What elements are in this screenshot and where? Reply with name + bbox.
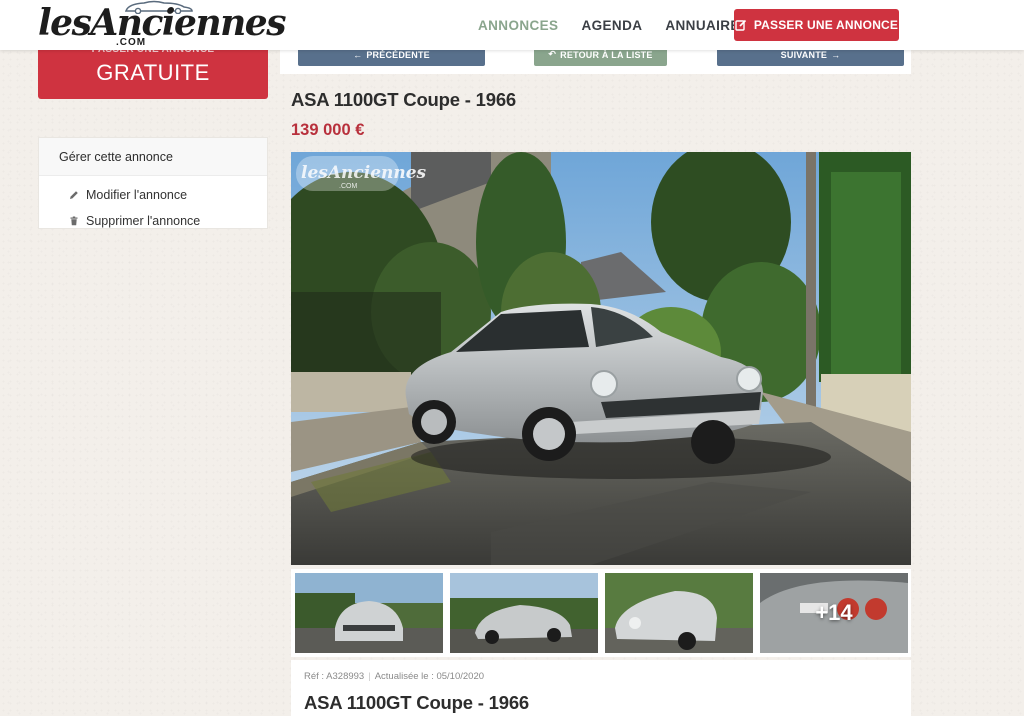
listing-ref: Réf : A328993	[304, 671, 365, 682]
info-title: ASA 1100GT Coupe - 1966	[304, 692, 530, 713]
logo-text: lesAnciennes	[38, 2, 286, 44]
listing-price: 139 000 €	[291, 121, 365, 139]
site-logo[interactable]: lesAnciennes .COM	[38, 0, 286, 52]
manage-listing-panel: Gérer cette annonce Modifier l'annonce S…	[38, 137, 268, 229]
nav-link-annonces[interactable]: ANNONCES	[478, 18, 558, 33]
top-navbar: lesAnciennes .COM ANNONCES AGENDA ANNUAI…	[0, 0, 1024, 50]
thumbnail-strip: +14	[291, 569, 911, 657]
listing-meta: Réf : A328993 | Actualisée le : 05/10/20…	[304, 671, 484, 682]
edit-icon	[735, 19, 746, 31]
promo-main-text: GRATUITE	[96, 60, 210, 85]
return-icon: ↶	[548, 49, 557, 59]
listing-updated: Actualisée le : 05/10/2020	[374, 671, 485, 682]
meta-separator: |	[368, 671, 371, 682]
nav-link-agenda[interactable]: AGENDA	[581, 18, 642, 33]
previous-label: PRÉCÉDENTE	[366, 50, 430, 60]
main-photo[interactable]: lesAnciennes .COM	[291, 152, 911, 565]
arrow-right-icon: →	[831, 50, 841, 60]
pencil-icon	[70, 191, 78, 199]
thumbnail-2[interactable]	[450, 573, 598, 653]
manage-actions-list: Modifier l'annonce Supprimer l'annonce	[39, 182, 267, 234]
listing-title: ASA 1100GT Coupe - 1966	[291, 89, 517, 110]
delete-listing-link[interactable]: Supprimer l'annonce	[39, 208, 267, 234]
next-label: SUIVANTE	[780, 50, 828, 60]
main-nav: ANNONCES AGENDA ANNUAIRE	[478, 18, 740, 33]
manage-panel-title: Gérer cette annonce	[39, 138, 267, 176]
nav-link-annuaire[interactable]: ANNUAIRE	[665, 18, 739, 33]
photo-watermark-suffix: .COM	[339, 183, 357, 190]
photo-watermark: lesAnciennes	[301, 163, 427, 183]
post-ad-label: PASSER UNE ANNONCE	[753, 18, 899, 32]
post-ad-button[interactable]: PASSER UNE ANNONCE	[734, 9, 899, 41]
thumbnail-1[interactable]	[295, 573, 443, 653]
logo-suffix: .COM	[116, 37, 147, 48]
car-photo-illustration: lesAnciennes .COM	[291, 152, 911, 565]
delete-listing-label: Supprimer l'annonce	[86, 214, 201, 228]
arrow-left-icon: ←	[353, 50, 363, 60]
back-to-list-label: RETOUR À LA LISTE	[560, 50, 653, 60]
thumbnail-4-more[interactable]: +14	[760, 573, 908, 653]
thumbnail-3[interactable]	[605, 573, 753, 653]
edit-listing-label: Modifier l'annonce	[86, 188, 188, 202]
listing-info-card: Réf : A328993 | Actualisée le : 05/10/20…	[291, 660, 911, 716]
edit-listing-link[interactable]: Modifier l'annonce	[39, 182, 267, 208]
trash-icon	[70, 216, 78, 226]
more-photos-count: +14	[815, 600, 853, 625]
